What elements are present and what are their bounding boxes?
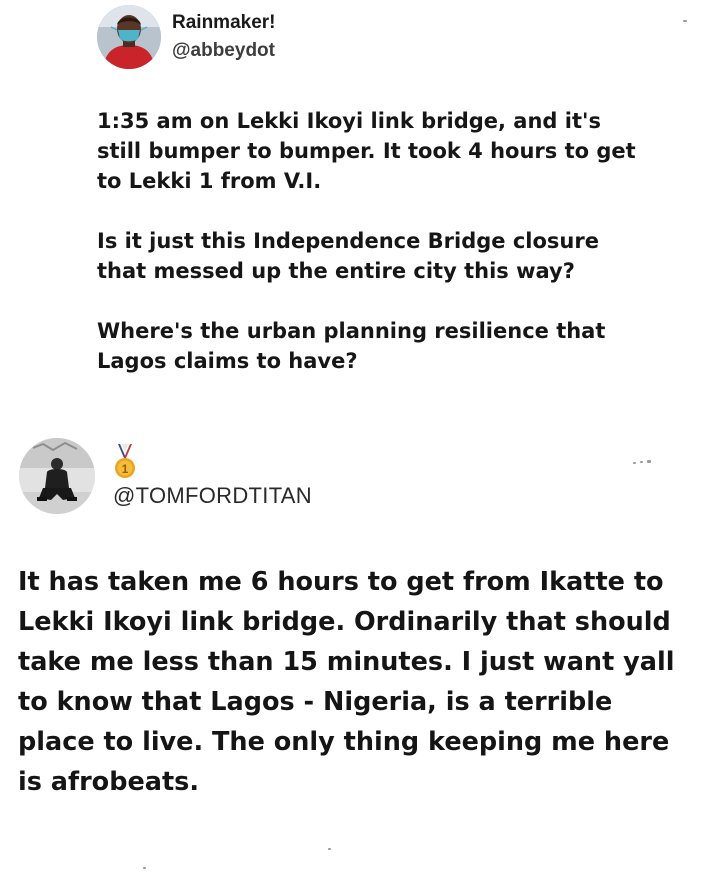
display-name[interactable]: Rainmaker!: [172, 12, 276, 34]
avatar[interactable]: [19, 438, 95, 514]
tweet-paragraph: Where's the urban planning resilience th…: [97, 319, 606, 373]
user-handle[interactable]: @abbeydot: [172, 40, 275, 62]
tweet-card-rainmaker: Rainmaker! @abbeydot 1:35 am on Lekki Ik…: [0, 0, 720, 420]
image-artifact: [328, 848, 331, 850]
image-artifact: [640, 461, 643, 463]
image-artifact: [143, 867, 146, 869]
profile-photo-seated-man-icon: [19, 438, 95, 514]
tweet-text: 1:35 am on Lekki Ikoyi link bridge, and …: [97, 106, 657, 406]
profile-photo-masked-man-icon: [97, 5, 161, 69]
user-handle[interactable]: @TOMFORDTITAN: [113, 483, 312, 509]
image-artifact: [683, 20, 687, 22]
medal-label: 1: [122, 462, 129, 476]
gold-medal-icon: 1: [115, 444, 135, 478]
tweet-paragraph: 1:35 am on Lekki Ikoyi link bridge, and …: [97, 109, 636, 193]
avatar[interactable]: [97, 5, 161, 69]
image-artifact: [647, 460, 651, 463]
tweet-text: It has taken me 6 hours to get from Ikat…: [18, 567, 675, 797]
image-artifact: [633, 462, 636, 464]
tweet-paragraph: Is it just this Independence Bridge clos…: [97, 229, 599, 283]
